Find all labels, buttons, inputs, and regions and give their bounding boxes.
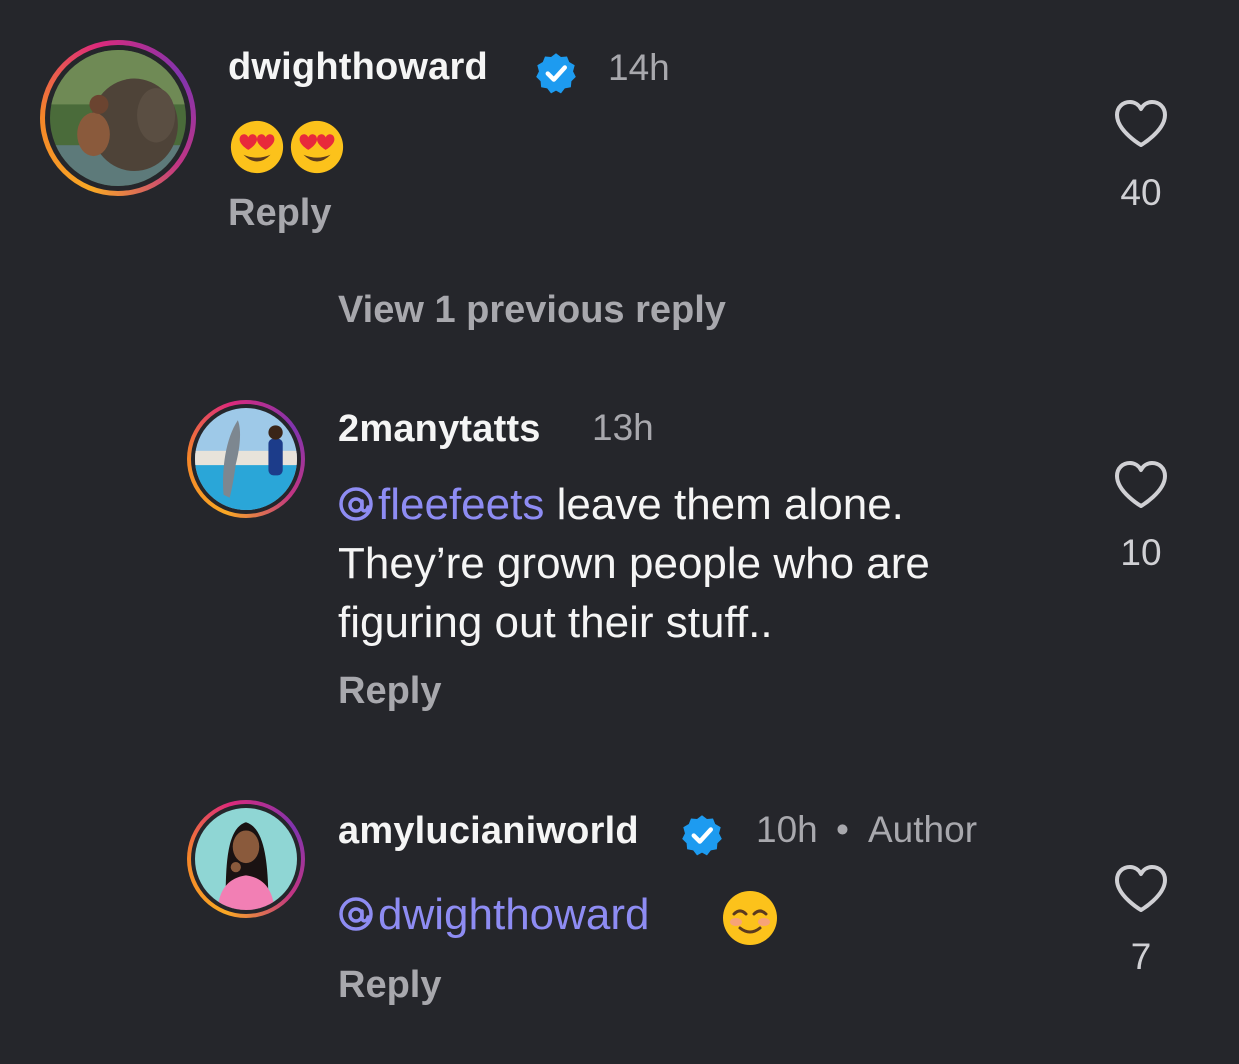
- mention-username: fleefeets: [378, 480, 545, 529]
- reply-button[interactable]: Reply: [338, 670, 441, 713]
- comment-text: dwighthoward: [338, 885, 1038, 944]
- username[interactable]: amylucianiworld: [338, 810, 639, 853]
- avatar[interactable]: [187, 800, 305, 918]
- avatar-photo-elephant: [50, 50, 186, 186]
- comment-dwighthoward: dwighthoward 14h Reply 40: [0, 0, 1239, 260]
- avatar-photo-portrait: [195, 808, 297, 910]
- smiling-face-emoji-icon: [723, 891, 777, 945]
- verified-badge-icon: [682, 815, 722, 856]
- like-heart-icon[interactable]: [1113, 99, 1169, 149]
- like-heart-icon[interactable]: [1113, 864, 1169, 914]
- separator-dot: •: [836, 809, 849, 850]
- like-heart-icon[interactable]: [1113, 460, 1169, 510]
- timestamp: 13h: [592, 407, 654, 448]
- comment-line-1: fleefeets leave them alone.: [338, 475, 1098, 534]
- view-previous-replies-link[interactable]: View 1 previous reply: [338, 289, 726, 332]
- heart-eyes-emoji-icon: [290, 120, 344, 174]
- comment-line-2: They’re grown people who are: [338, 539, 930, 588]
- username[interactable]: 2manytatts: [338, 408, 541, 451]
- threads-at-icon: [339, 487, 373, 521]
- comment-2manytatts: 2manytatts 13h fleefeets leave them alon…: [0, 380, 1239, 740]
- avatar[interactable]: [40, 40, 196, 196]
- author-label: Author: [868, 809, 978, 850]
- threads-at-icon: [339, 897, 373, 931]
- reply-button[interactable]: Reply: [228, 192, 331, 235]
- heart-eyes-emoji-icon: [230, 120, 284, 174]
- like-count: 10: [1120, 532, 1162, 573]
- mention-link[interactable]: fleefeets: [338, 480, 544, 529]
- avatar[interactable]: [187, 400, 305, 518]
- avatar-photo-dolphin: [195, 408, 297, 510]
- username[interactable]: dwighthoward: [228, 46, 488, 89]
- comment-amylucianiworld: amylucianiworld 10h • Author dwighthowar…: [0, 780, 1239, 1064]
- like-count: 40: [1120, 172, 1162, 213]
- mention-username: dwighthoward: [378, 890, 650, 939]
- reply-button[interactable]: Reply: [338, 964, 441, 1007]
- timestamp: 14h: [608, 47, 670, 88]
- timestamp: 10h: [756, 809, 818, 850]
- verified-badge-icon: [536, 53, 576, 94]
- comment-text: fleefeets leave them alone. They’re grow…: [338, 475, 1098, 652]
- mention-link[interactable]: dwighthoward: [338, 890, 650, 939]
- comment-text-segment: leave them alone.: [544, 480, 904, 529]
- comment-line-3: figuring out their stuff..: [338, 598, 773, 647]
- like-count: 7: [1130, 936, 1152, 977]
